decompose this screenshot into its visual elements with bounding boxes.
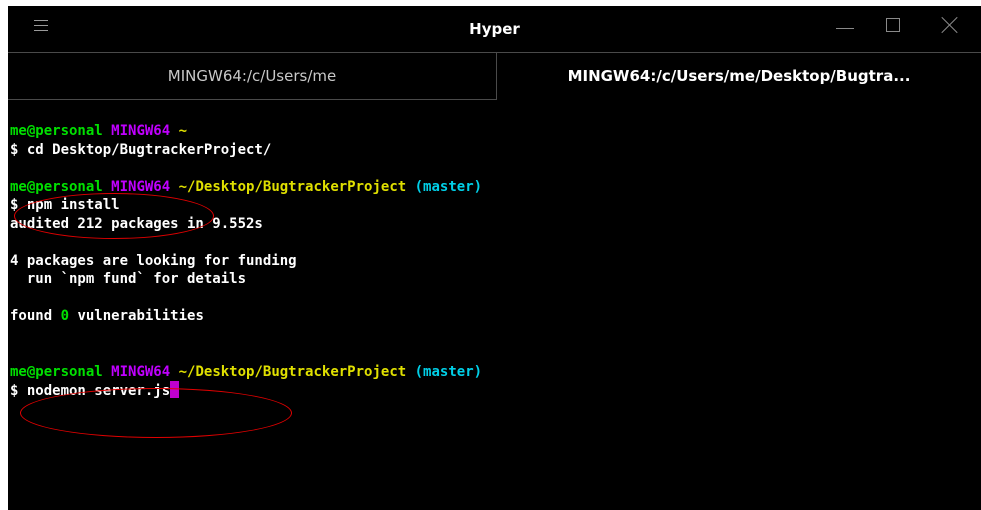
prompt-line: me@personal MINGW64 ~ bbox=[10, 123, 188, 139]
minimize-icon bbox=[836, 28, 854, 29]
prompt-line: me@personal MINGW64 ~/Desktop/Bugtracker… bbox=[10, 178, 483, 195]
command-line: $ cd Desktop/BugtrackerProject/ bbox=[10, 141, 272, 158]
annotation-circle-nodemon bbox=[20, 388, 292, 438]
title-bar: Hyper bbox=[8, 6, 981, 52]
minimize-button[interactable] bbox=[824, 6, 864, 52]
close-icon bbox=[941, 16, 959, 34]
menu-icon[interactable] bbox=[34, 20, 48, 32]
annotation-circle-npm-install bbox=[14, 193, 214, 239]
tab-bugtracker-project[interactable]: MINGW64:/c/Users/me/Desktop/Bugtra... bbox=[497, 53, 981, 100]
output-line: 4 packages are looking for funding bbox=[10, 252, 297, 269]
output-line: found 0 vulnerabilities bbox=[10, 308, 204, 324]
tab-bar: MINGW64:/c/Users/me MINGW64:/c/Users/me/… bbox=[8, 52, 981, 100]
maximize-icon bbox=[886, 18, 900, 32]
prompt-line: me@personal MINGW64 ~/Desktop/Bugtracker… bbox=[10, 363, 483, 380]
close-button[interactable] bbox=[929, 6, 969, 52]
output-line: run `npm fund` for details bbox=[10, 271, 247, 287]
terminal-output[interactable]: me@personal MINGW64 ~ $ cd Desktop/Bugtr… bbox=[10, 122, 960, 400]
maximize-button[interactable] bbox=[874, 6, 914, 52]
tab-users-me[interactable]: MINGW64:/c/Users/me bbox=[8, 53, 497, 100]
